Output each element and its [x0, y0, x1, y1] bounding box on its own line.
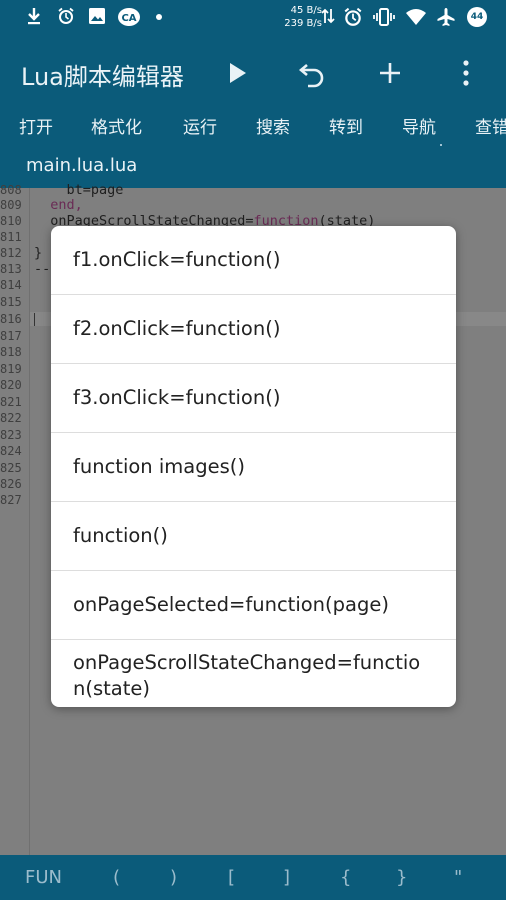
line-number: 820: [0, 378, 22, 392]
dialog-item[interactable]: function(): [51, 502, 456, 571]
play-icon[interactable]: [224, 55, 256, 91]
status-bar: CA 45 B/s 239 B/s 44: [0, 0, 506, 35]
dialog-item[interactable]: f1.onClick=function(): [51, 226, 456, 295]
menu-run[interactable]: 运行: [183, 113, 217, 138]
menu-navigate[interactable]: 导航: [402, 113, 436, 138]
dialog-item[interactable]: f2.onClick=function(): [51, 295, 456, 364]
line-number: 822: [0, 411, 22, 425]
menu-goto[interactable]: 转到: [329, 113, 363, 138]
cloud-app-icon: CA: [117, 7, 141, 32]
line-number: 817: [0, 329, 22, 343]
line-number: 816: [0, 312, 22, 326]
symbol-fun[interactable]: FUN: [25, 867, 62, 888]
menu-search[interactable]: 搜索: [256, 113, 290, 138]
dialog-item-label: onPageScrollStateChanged=functio n(state…: [73, 650, 420, 702]
data-arrows-icon: [320, 7, 336, 30]
symbol-bar: FUN ( ) [ ] { } ": [0, 855, 506, 900]
line-number: 810: [0, 214, 22, 228]
symbol-quote[interactable]: ": [454, 867, 462, 888]
symbol-bracket-open[interactable]: [: [228, 867, 235, 888]
line-number: 818: [0, 345, 22, 359]
divider-dot: [440, 144, 442, 146]
undo-icon[interactable]: [297, 55, 329, 91]
overflow-menu-icon[interactable]: [458, 55, 490, 91]
line-number: 809: [0, 198, 22, 212]
symbol-bracket-close[interactable]: ]: [283, 867, 290, 888]
dot-icon: [155, 8, 163, 31]
download-icon: [26, 7, 42, 30]
menu-open[interactable]: 打开: [19, 113, 53, 138]
navigation-dialog: f1.onClick=function() f2.onClick=functio…: [51, 226, 456, 707]
line-number: 827: [0, 493, 22, 507]
dialog-item[interactable]: onPageSelected=function(page): [51, 571, 456, 640]
image-icon: [88, 7, 106, 30]
symbol-brace-close[interactable]: }: [396, 867, 407, 888]
text-caret: [34, 313, 35, 326]
line-number: 813: [0, 262, 22, 276]
code-line: bt=page: [34, 182, 124, 198]
wifi-icon: [405, 7, 427, 32]
battery-icon: 44: [467, 7, 487, 27]
dialog-item-line: n(state): [73, 677, 150, 700]
code-line: --: [34, 261, 51, 277]
gutter-divider: [29, 188, 30, 855]
net-speed-down: 239 B/s: [284, 18, 322, 29]
line-number: 808: [0, 183, 22, 197]
dialog-item[interactable]: function images(): [51, 433, 456, 502]
app-title: Lua脚本编辑器: [21, 63, 184, 91]
editor-menu: 打开 格式化 运行 搜索 转到 导航 查错: [0, 113, 506, 143]
line-number: 814: [0, 278, 22, 292]
vibrate-icon: [373, 7, 395, 32]
line-number: 821: [0, 395, 22, 409]
line-number: 826: [0, 477, 22, 491]
alarm-icon: [343, 7, 363, 32]
line-number: 812: [0, 246, 22, 260]
alarm-icon: [57, 7, 75, 30]
airplane-icon: [436, 7, 456, 32]
symbol-paren-open[interactable]: (: [113, 867, 120, 888]
code-line: end,: [34, 197, 83, 213]
dialog-item[interactable]: f3.onClick=function(): [51, 364, 456, 433]
net-speed-up: 45 B/s: [290, 5, 322, 16]
file-tab[interactable]: main.lua.lua: [26, 155, 137, 176]
network-speed: 45 B/s 239 B/s: [276, 4, 322, 30]
dialog-item-line: onPageScrollStateChanged=functio: [73, 651, 421, 674]
line-number: 811: [0, 230, 22, 244]
line-number: 823: [0, 428, 22, 442]
symbol-paren-close[interactable]: ): [170, 867, 177, 888]
line-number: 825: [0, 461, 22, 475]
add-icon[interactable]: [374, 55, 406, 91]
menu-format[interactable]: 格式化: [91, 113, 142, 138]
symbol-brace-open[interactable]: {: [340, 867, 351, 888]
dialog-item[interactable]: onPageScrollStateChanged=functio n(state…: [51, 640, 456, 707]
app-bar: Lua脚本编辑器 打开 格式化 运行 搜索 转到 导航 查错 main.lua.…: [0, 35, 506, 188]
line-number: 819: [0, 362, 22, 376]
line-number: 824: [0, 444, 22, 458]
code-line: }: [34, 245, 43, 261]
menu-check-errors[interactable]: 查错: [475, 113, 506, 138]
svg-text:CA: CA: [121, 13, 136, 24]
line-number: 815: [0, 295, 22, 309]
